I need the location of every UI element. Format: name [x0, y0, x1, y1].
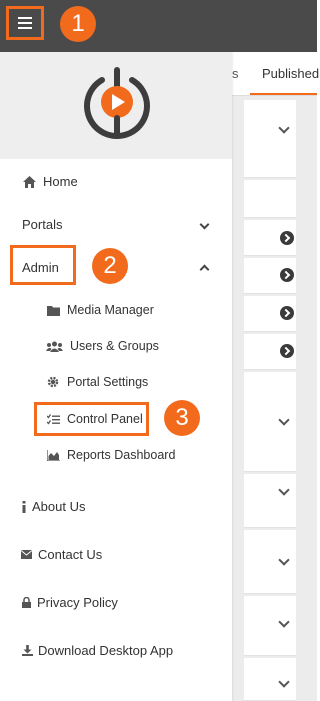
sidebar-item-download[interactable]: Download Desktop App [22, 643, 232, 658]
sidebar-item-label: Home [43, 174, 78, 189]
download-icon [22, 644, 33, 658]
tab-published[interactable]: Published [262, 66, 319, 81]
sidebar-item-about[interactable]: About Us [21, 499, 232, 514]
sidebar-item-privacy[interactable]: Privacy Policy [22, 595, 232, 610]
panel-row [244, 180, 296, 218]
callout-1: 1 [60, 6, 96, 42]
sidebar-item-portal-settings[interactable]: Portal Settings [46, 375, 232, 389]
sidebar-item-label: Portals [22, 217, 63, 232]
sidebar-drawer: Home Portals Admin Media Manager Users &… [0, 52, 232, 701]
chevron-down-icon [278, 676, 290, 688]
chevron-down-icon [278, 554, 290, 566]
tabs-bar: s Published [232, 52, 319, 96]
logo-area [0, 52, 232, 159]
tab-partial-label[interactable]: s [232, 66, 239, 81]
sidebar-item-label: Download Desktop App [38, 643, 174, 658]
home-icon [22, 175, 36, 189]
sidebar-item-label: About Us [32, 499, 86, 514]
admin-highlight-box [10, 245, 76, 285]
collapsed-panel[interactable] [244, 596, 296, 656]
area-chart-icon [46, 448, 60, 462]
collapsed-panel[interactable] [244, 530, 296, 594]
panel-row[interactable] [244, 258, 296, 294]
collapsed-panel[interactable] [244, 100, 296, 178]
sidebar-item-label: Users & Groups [70, 339, 159, 353]
sidebar-item-reports-dashboard[interactable]: Reports Dashboard [46, 448, 232, 462]
top-bar: 1 [0, 0, 317, 52]
active-tab-indicator [250, 93, 317, 95]
panel-row[interactable] [244, 220, 296, 256]
panel-row[interactable] [244, 296, 296, 332]
sidebar-item-media-manager[interactable]: Media Manager [46, 303, 232, 317]
sidebar-item-label: Privacy Policy [37, 595, 118, 610]
sidebar-item-label: Contact Us [38, 547, 103, 562]
collapsed-panel[interactable] [244, 372, 296, 472]
chevron-up-icon [199, 264, 210, 275]
control-panel-highlight-box [34, 402, 149, 436]
folder-icon [46, 303, 60, 317]
sidebar-item-users-groups[interactable]: Users & Groups [46, 339, 232, 353]
sidebar-item-home[interactable]: Home [22, 174, 232, 189]
chevron-down-icon [278, 484, 290, 496]
panel-row[interactable] [244, 334, 296, 370]
sidebar-item-contact[interactable]: Contact Us [21, 547, 232, 562]
collapsed-panel[interactable] [244, 474, 296, 528]
chevron-down-icon [278, 414, 290, 426]
chevron-down-icon [278, 122, 290, 134]
lock-icon [22, 596, 31, 610]
info-icon [21, 500, 27, 514]
users-icon [46, 339, 63, 353]
collapsed-panel[interactable] [244, 658, 296, 701]
sidebar-item-label: Reports Dashboard [67, 448, 176, 462]
chevron-down-icon [199, 219, 210, 230]
menu-icon [18, 17, 32, 29]
chevron-circle-right-icon [280, 344, 294, 358]
logo [84, 67, 150, 139]
gear-icon [46, 375, 60, 389]
chevron-down-icon [278, 616, 290, 628]
callout-2: 2 [92, 248, 128, 284]
envelope-icon [21, 548, 32, 562]
sidebar-item-label: Media Manager [67, 303, 154, 317]
chevron-circle-right-icon [280, 231, 294, 245]
sidebar-item-portals[interactable]: Portals [22, 217, 232, 232]
callout-3: 3 [164, 400, 200, 436]
chevron-circle-right-icon [280, 306, 294, 320]
hamburger-menu-button[interactable] [6, 6, 44, 40]
chevron-circle-right-icon [280, 268, 294, 282]
sidebar-item-label: Portal Settings [67, 375, 149, 389]
